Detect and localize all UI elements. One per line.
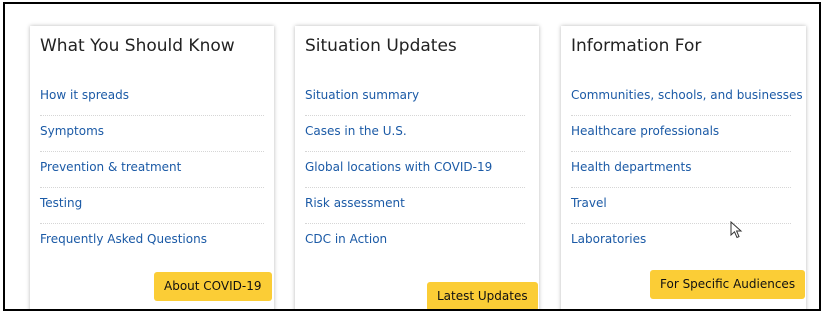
link-healthcare-professionals[interactable]: Healthcare professionals [571, 124, 719, 138]
list-item: Situation summary [305, 80, 525, 116]
link-list: Situation summary Cases in the U.S. Glob… [305, 80, 525, 260]
list-item: Testing [40, 188, 264, 224]
link-list: Communities, schools, and businesses Hea… [571, 80, 803, 260]
list-item: Frequently Asked Questions [40, 224, 264, 260]
list-item: Global locations with COVID-19 [305, 152, 525, 188]
card-what-you-should-know: What You Should Know How it spreads Symp… [30, 26, 274, 309]
for-specific-audiences-button[interactable]: For Specific Audiences [650, 270, 806, 299]
card-title: Information For [571, 36, 702, 56]
list-item: Cases in the U.S. [305, 116, 525, 152]
list-item: Healthcare professionals [571, 116, 791, 152]
link-laboratories[interactable]: Laboratories [571, 232, 646, 246]
card-title: Situation Updates [305, 36, 457, 56]
card-title: What You Should Know [40, 36, 235, 56]
link-risk-assessment[interactable]: Risk assessment [305, 196, 405, 210]
link-situation-summary[interactable]: Situation summary [305, 88, 419, 102]
link-faq[interactable]: Frequently Asked Questions [40, 232, 207, 246]
link-testing[interactable]: Testing [40, 196, 82, 210]
list-item: Risk assessment [305, 188, 525, 224]
link-cases-in-us[interactable]: Cases in the U.S. [305, 124, 407, 138]
list-item: How it spreads [40, 80, 264, 116]
link-health-departments[interactable]: Health departments [571, 160, 691, 174]
link-symptoms[interactable]: Symptoms [40, 124, 104, 138]
link-global-locations[interactable]: Global locations with COVID-19 [305, 160, 492, 174]
link-how-it-spreads[interactable]: How it spreads [40, 88, 129, 102]
link-communities-schools-businesses[interactable]: Communities, schools, and businesses [571, 88, 803, 102]
link-travel[interactable]: Travel [571, 196, 607, 210]
link-cdc-in-action[interactable]: CDC in Action [305, 232, 387, 246]
list-item: Communities, schools, and businesses [571, 80, 803, 116]
card-situation-updates: Situation Updates Situation summary Case… [295, 26, 539, 309]
list-item: Laboratories [571, 224, 791, 260]
viewport-frame: What You Should Know How it spreads Symp… [3, 2, 821, 311]
latest-updates-button[interactable]: Latest Updates [427, 282, 538, 309]
link-prevention-treatment[interactable]: Prevention & treatment [40, 160, 181, 174]
list-item: Health departments [571, 152, 791, 188]
list-item: CDC in Action [305, 224, 525, 260]
list-item: Travel [571, 188, 791, 224]
card-information-for: Information For Communities, schools, an… [561, 26, 806, 309]
mouse-pointer-icon [730, 221, 743, 239]
about-covid-19-button[interactable]: About COVID-19 [154, 272, 272, 301]
list-item: Symptoms [40, 116, 264, 152]
list-item: Prevention & treatment [40, 152, 264, 188]
link-list: How it spreads Symptoms Prevention & tre… [40, 80, 264, 260]
